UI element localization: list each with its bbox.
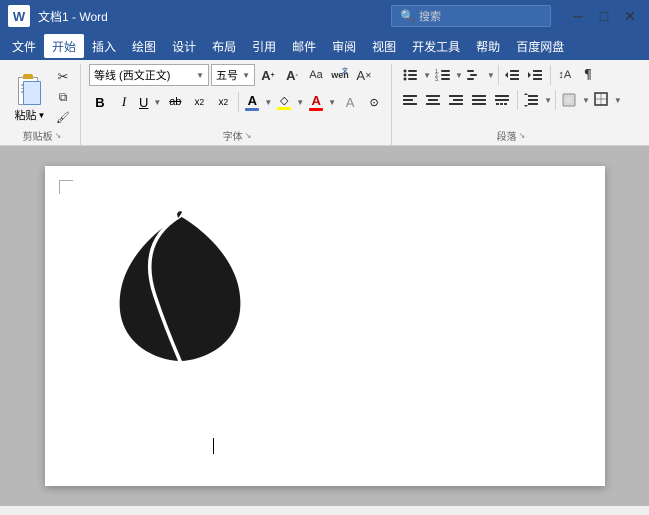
bold-button[interactable]: B [89, 91, 111, 113]
decrease-indent-button[interactable] [502, 64, 524, 86]
format-painter-button[interactable]: 🖌 [52, 108, 74, 126]
menu-references[interactable]: 引用 [244, 34, 284, 58]
leaf-image [105, 206, 255, 369]
underline-button[interactable]: U [137, 93, 150, 112]
menu-review[interactable]: 审阅 [324, 34, 364, 58]
copy-button[interactable]: ⧉ [52, 88, 74, 106]
borders-button[interactable] [591, 89, 613, 111]
font-expand[interactable]: ↘ [245, 131, 252, 140]
char-border-button[interactable]: A [339, 91, 361, 113]
cut-button[interactable]: ✂ [52, 68, 74, 86]
window-title: 文档1 - Word [38, 8, 383, 25]
font-size-selector[interactable]: 五号 ▼ [211, 64, 255, 86]
font-label: 字体 ↘ [89, 128, 385, 143]
paste-arrow: ▼ [38, 111, 46, 120]
encircle-char-button[interactable]: ⊙ [363, 91, 385, 113]
subscript-button[interactable]: x2 [188, 91, 210, 113]
change-case-button[interactable]: Aa [305, 64, 327, 86]
numbered-list-button[interactable]: 1.2.3. [432, 64, 454, 86]
menu-help[interactable]: 帮助 [468, 34, 508, 58]
paragraph-label: 段落 ↘ [400, 128, 622, 143]
font-name-arrow: ▼ [196, 71, 204, 80]
search-icon: 🔍 [400, 9, 415, 23]
font-size-arrow: ▼ [242, 71, 250, 80]
align-left-button[interactable] [400, 89, 422, 111]
font-size-value: 五号 [216, 67, 238, 83]
font-name-selector[interactable]: 等线 (西文正文) ▼ [89, 64, 209, 86]
menu-developer[interactable]: 开发工具 [404, 34, 468, 58]
menu-view[interactable]: 视图 [364, 34, 404, 58]
bullet-list-button[interactable] [400, 64, 422, 86]
phonetic-guide-button[interactable]: wen 文 [329, 64, 351, 86]
menu-insert[interactable]: 插入 [84, 34, 124, 58]
minimize-button[interactable]: ─ [567, 7, 589, 25]
word-logo: W [8, 5, 30, 27]
sort-button[interactable]: ↕A [554, 64, 576, 86]
menu-baidu[interactable]: 百度网盘 [508, 34, 572, 58]
superscript-button[interactable]: x2 [212, 91, 234, 113]
paragraph-group: ▼ 1.2.3. ▼ ▼ [394, 64, 628, 145]
distributed-button[interactable] [492, 89, 514, 111]
menu-file[interactable]: 文件 [4, 34, 44, 58]
paste-button[interactable]: 粘贴 ▼ [10, 65, 50, 125]
align-center-button[interactable] [423, 89, 445, 111]
paste-label: 粘贴 [15, 107, 37, 123]
svg-text:3.: 3. [435, 77, 439, 83]
line-spacing-button[interactable] [521, 89, 543, 111]
maximize-button[interactable]: □ [593, 7, 615, 25]
font-group: 等线 (西文正文) ▼ 五号 ▼ A+ A- Aa wen 文 A✕ [83, 64, 392, 145]
clipboard-label: 剪贴板 ↘ [10, 128, 74, 143]
decrease-font-button[interactable]: A- [281, 64, 303, 86]
menu-bar: 文件 开始 插入 绘图 设计 布局 引用 邮件 审阅 视图 开发工具 帮助 百度… [0, 32, 649, 60]
font-name-value: 等线 (西文正文) [94, 67, 170, 83]
menu-layout[interactable]: 布局 [204, 34, 244, 58]
text-cursor [213, 438, 214, 454]
menu-draw[interactable]: 绘图 [124, 34, 164, 58]
close-button[interactable]: ✕ [619, 7, 641, 25]
menu-home[interactable]: 开始 [44, 34, 84, 58]
text-shading-button[interactable]: A [307, 91, 325, 113]
clipboard-group: 粘贴 ▼ ✂ ⧉ 🖌 剪贴板 ↘ [4, 64, 81, 145]
document-page[interactable] [45, 166, 605, 486]
highlight-button[interactable]: ◇ [275, 92, 293, 112]
document-area [0, 146, 649, 506]
show-formatting-button[interactable]: ¶ [577, 64, 599, 86]
shading-button[interactable] [559, 89, 581, 111]
multilevel-list-button[interactable] [464, 64, 486, 86]
font-color-button[interactable]: A [243, 91, 261, 113]
search-box[interactable]: 🔍 搜索 [391, 5, 551, 27]
increase-indent-button[interactable] [525, 64, 547, 86]
title-bar: W 文档1 - Word 🔍 搜索 ─ □ ✕ [0, 0, 649, 32]
page-corner-marker [59, 180, 73, 194]
strikethrough-button[interactable]: ab [164, 91, 186, 113]
search-placeholder: 搜索 [419, 8, 441, 24]
menu-mailings[interactable]: 邮件 [284, 34, 324, 58]
justify-button[interactable] [469, 89, 491, 111]
menu-design[interactable]: 设计 [164, 34, 204, 58]
italic-button[interactable]: I [113, 91, 135, 113]
increase-font-button[interactable]: A+ [257, 64, 279, 86]
ribbon: 粘贴 ▼ ✂ ⧉ 🖌 剪贴板 ↘ [0, 60, 649, 146]
align-right-button[interactable] [446, 89, 468, 111]
paragraph-expand[interactable]: ↘ [519, 131, 526, 140]
clipboard-expand[interactable]: ↘ [55, 131, 62, 140]
clear-format-button[interactable]: A✕ [353, 64, 375, 86]
